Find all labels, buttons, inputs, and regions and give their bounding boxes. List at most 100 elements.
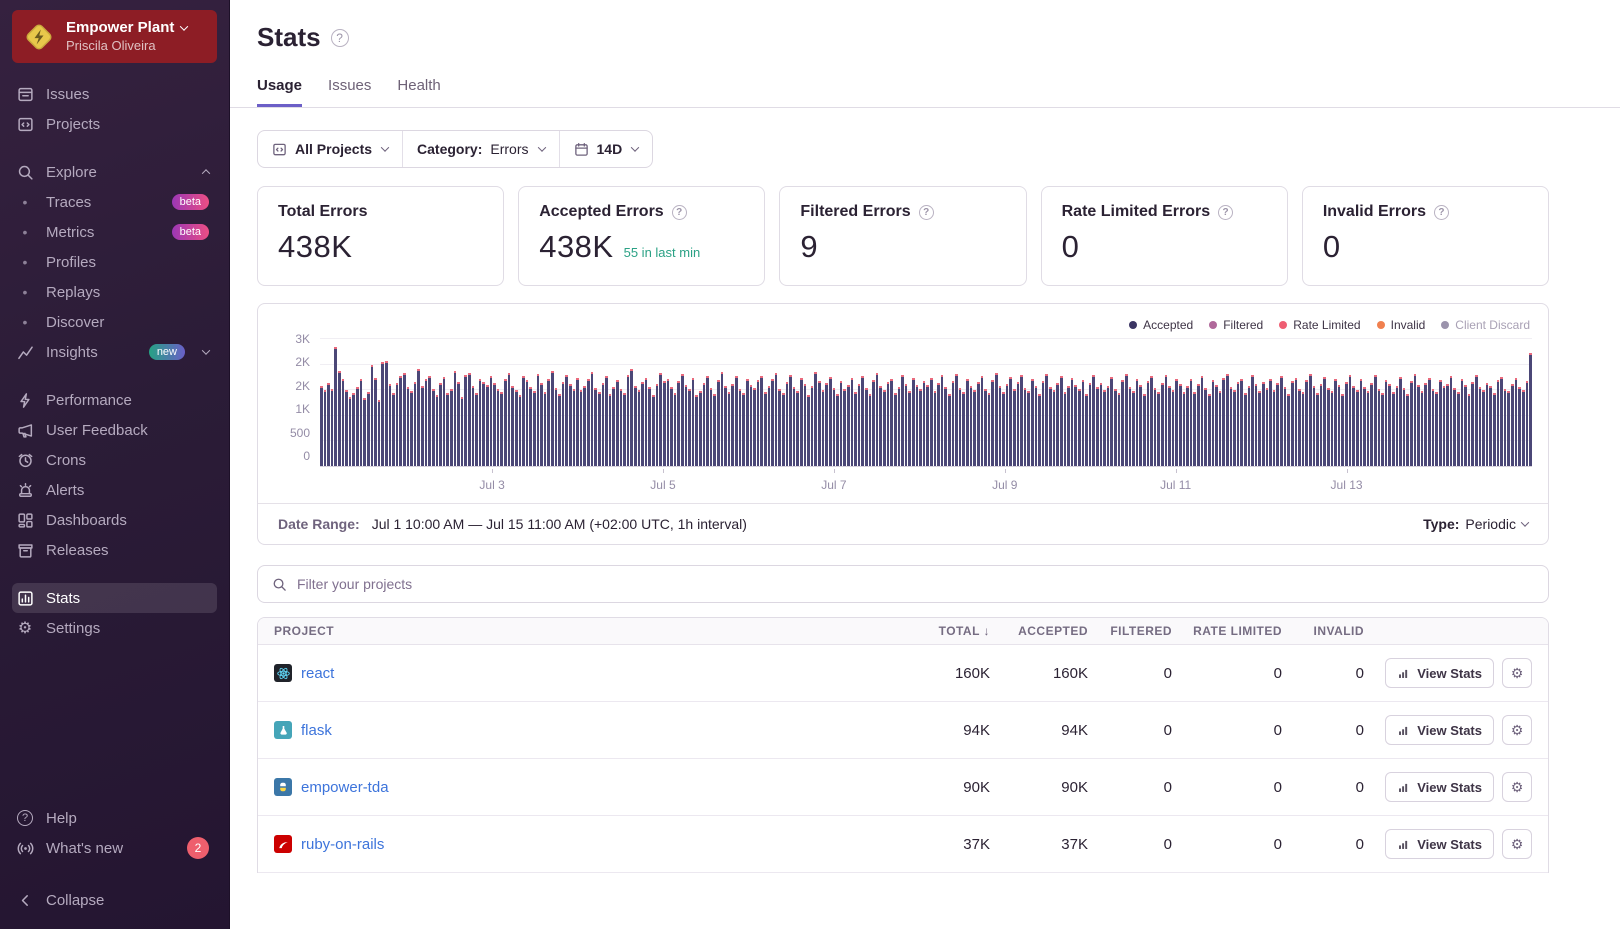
chart-bar — [605, 376, 608, 466]
view-stats-button[interactable]: View Stats — [1385, 772, 1494, 802]
app-window: Empower Plant Priscila Oliveira Issues P… — [0, 0, 1620, 929]
sidebar-item-crons[interactable]: Crons — [12, 445, 217, 475]
chart-bar — [1280, 376, 1283, 466]
legend-accepted[interactable]: Accepted — [1129, 318, 1193, 332]
chart-bar — [529, 387, 532, 466]
chart-bar — [1446, 384, 1449, 466]
chart-bar — [583, 386, 586, 466]
chart-bar — [1291, 381, 1294, 466]
chart-bar — [941, 375, 944, 466]
view-stats-button[interactable]: View Stats — [1385, 829, 1494, 859]
sidebar-item-help[interactable]: ? Help — [12, 803, 217, 833]
chart-bar — [1526, 381, 1529, 466]
view-stats-button[interactable]: View Stats — [1385, 658, 1494, 688]
chart-bar — [786, 382, 789, 466]
chart-bar — [1507, 391, 1510, 466]
bar-chart-icon — [1397, 667, 1410, 680]
org-switcher[interactable]: Empower Plant Priscila Oliveira — [12, 10, 217, 63]
chart-bar — [417, 369, 420, 466]
chart-bar — [1100, 383, 1103, 466]
chart-bar — [551, 371, 554, 466]
sidebar-item-dashboards[interactable]: Dashboards — [12, 505, 217, 535]
chart-bar — [1035, 386, 1038, 466]
chart-bar — [656, 384, 659, 466]
chart-bar — [421, 386, 424, 466]
chart-bar — [1078, 389, 1081, 466]
project-settings-button[interactable]: ⚙ — [1502, 829, 1532, 859]
legend-filtered[interactable]: Filtered — [1209, 318, 1263, 332]
date-range-dropdown[interactable]: 14D — [559, 131, 653, 167]
card-help-icon[interactable]: ? — [1434, 205, 1449, 220]
sidebar-item-label: Dashboards — [46, 512, 127, 529]
project-link[interactable]: react — [301, 665, 334, 682]
column-project[interactable]: PROJECT — [274, 624, 886, 638]
card-value: 0 — [1323, 229, 1341, 265]
sidebar-item-whats-new[interactable]: What's new 2 — [12, 833, 217, 863]
legend-client-discard[interactable]: Client Discard — [1441, 318, 1530, 332]
sidebar-item-insights[interactable]: Insights new — [12, 337, 217, 367]
sidebar-item-projects[interactable]: Projects — [12, 109, 217, 139]
project-link[interactable]: empower-tda — [301, 779, 389, 796]
project-filter-dropdown[interactable]: All Projects — [258, 131, 402, 167]
chart-bar — [1327, 388, 1330, 466]
chart-bar — [735, 376, 738, 466]
sidebar-item-replays[interactable]: • Replays — [12, 277, 217, 307]
chart-bar — [977, 382, 980, 466]
category-filter-dropdown[interactable]: Category: Errors — [402, 131, 558, 167]
card-help-icon[interactable]: ? — [1218, 205, 1233, 220]
project-settings-button[interactable]: ⚙ — [1502, 658, 1532, 688]
legend-invalid[interactable]: Invalid — [1377, 318, 1426, 332]
chart-bar — [1475, 375, 1478, 466]
column-filtered[interactable]: FILTERED — [1088, 624, 1172, 638]
column-accepted[interactable]: ACCEPTED — [990, 624, 1088, 638]
tab-health[interactable]: Health — [397, 77, 440, 107]
sidebar-item-metrics[interactable]: • Metrics beta — [12, 217, 217, 247]
bullet-icon: • — [16, 284, 34, 300]
react-platform-icon — [274, 664, 292, 682]
card-help-icon[interactable]: ? — [672, 205, 687, 220]
sidebar-collapse-button[interactable]: Collapse — [12, 885, 217, 915]
project-settings-button[interactable]: ⚙ — [1502, 715, 1532, 745]
sidebar-item-traces[interactable]: • Traces beta — [12, 187, 217, 217]
tab-issues[interactable]: Issues — [328, 77, 371, 107]
chart-bar — [363, 398, 366, 466]
chart-bar — [486, 385, 489, 466]
chart-bar — [1071, 378, 1074, 466]
card-help-icon[interactable]: ? — [919, 205, 934, 220]
project-settings-button[interactable]: ⚙ — [1502, 772, 1532, 802]
sidebar-item-explore[interactable]: Explore — [12, 157, 217, 187]
chart-bar — [1320, 384, 1323, 466]
chart-type-dropdown[interactable]: Type: Periodic — [1423, 516, 1528, 532]
chart-bar — [425, 379, 428, 466]
bar-chart-icon — [16, 589, 34, 607]
sidebar-item-releases[interactable]: Releases — [12, 535, 217, 565]
legend-rate-limited[interactable]: Rate Limited — [1279, 318, 1360, 332]
chart-bar — [410, 391, 413, 466]
chart-bar — [1085, 394, 1088, 466]
sidebar-item-profiles[interactable]: • Profiles — [12, 247, 217, 277]
column-invalid[interactable]: INVALID — [1282, 624, 1364, 638]
view-stats-button[interactable]: View Stats — [1385, 715, 1494, 745]
chart-bar — [594, 388, 597, 466]
project-link[interactable]: ruby-on-rails — [301, 836, 384, 853]
sidebar-item-issues[interactable]: Issues — [12, 79, 217, 109]
page-help-icon[interactable]: ? — [331, 29, 349, 47]
chart-bar — [1179, 384, 1182, 466]
sidebar-item-performance[interactable]: Performance — [12, 385, 217, 415]
chart-bar — [385, 361, 388, 466]
chart-bar — [775, 373, 778, 466]
sidebar-item-settings[interactable]: ⚙ Settings — [12, 613, 217, 643]
sidebar-item-user-feedback[interactable]: User Feedback — [12, 415, 217, 445]
sidebar-item-label: User Feedback — [46, 422, 148, 439]
tab-usage[interactable]: Usage — [257, 77, 302, 107]
project-filter-input[interactable] — [297, 576, 1534, 592]
sidebar-item-discover[interactable]: • Discover — [12, 307, 217, 337]
column-rate-limited[interactable]: RATE LIMITED — [1172, 624, 1282, 638]
sidebar-item-alerts[interactable]: Alerts — [12, 475, 217, 505]
sidebar-item-stats[interactable]: Stats — [12, 583, 217, 613]
project-link[interactable]: flask — [301, 722, 332, 739]
column-total[interactable]: TOTAL ↓ — [886, 624, 990, 638]
chart-bar — [1421, 391, 1424, 466]
chart-bar — [995, 373, 998, 466]
chart-bar — [1363, 387, 1366, 466]
